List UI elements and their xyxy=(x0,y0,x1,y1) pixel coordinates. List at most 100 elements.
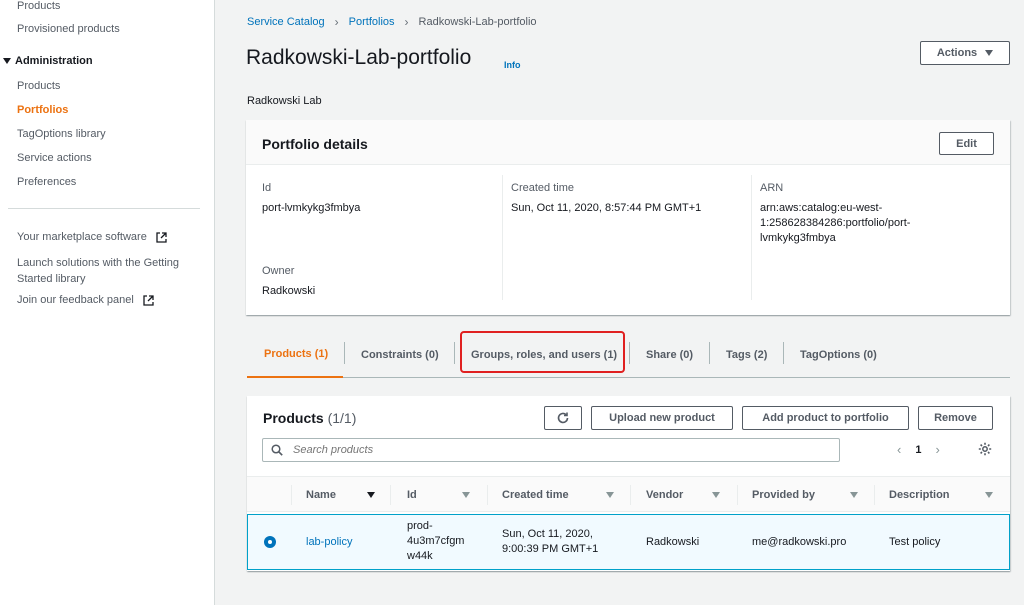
upload-new-product-button[interactable]: Upload new product xyxy=(591,406,733,430)
caret-down-icon xyxy=(985,50,994,56)
sort-icon[interactable] xyxy=(850,492,858,498)
product-provided-by: me@radkowski.pro xyxy=(752,536,847,548)
chevron-right-icon[interactable]: › xyxy=(935,442,939,457)
column-header-id[interactable]: Id xyxy=(407,477,417,513)
product-vendor: Radkowski xyxy=(646,536,700,548)
column-divider xyxy=(291,485,292,505)
table-header: Name Id Created time Vendor Provided by … xyxy=(247,476,1010,512)
created-time-label: Created time xyxy=(511,182,574,194)
arn-value: arn:aws:catalog:eu-west- 1:258628384286:… xyxy=(760,201,910,246)
table-row[interactable]: lab-policy prod- 4u3m7cfgm w44k Sun, Oct… xyxy=(247,514,1010,570)
sidebar-item-provisioned-products[interactable]: Provisioned products xyxy=(17,23,120,35)
created-time-line: 9:00:39 PM GMT+1 xyxy=(502,543,599,555)
products-panel: Products (1/1) Upload new product Add pr… xyxy=(247,396,1010,571)
sort-icon[interactable] xyxy=(462,492,470,498)
column-header-description[interactable]: Description xyxy=(889,477,950,513)
sidebar-item-preferences[interactable]: Preferences xyxy=(17,176,76,188)
owner-label: Owner xyxy=(262,265,295,277)
tab-products[interactable]: Products (1) xyxy=(247,332,343,378)
sort-icon[interactable] xyxy=(712,492,720,498)
tab-tagoptions[interactable]: TagOptions (0) xyxy=(800,332,877,377)
breadcrumb-portfolios[interactable]: Portfolios xyxy=(349,16,395,28)
column-header-name[interactable]: Name xyxy=(306,477,336,513)
portfolio-details-panel: Portfolio details Edit Id port-lvmkykg3f… xyxy=(246,120,1010,315)
edit-button[interactable]: Edit xyxy=(939,132,994,155)
breadcrumb: Service Catalog › Portfolios › Radkowski… xyxy=(247,15,537,29)
actions-button-label: Actions xyxy=(936,47,978,59)
product-id-line: prod- xyxy=(407,520,433,532)
actions-button[interactable]: Actions xyxy=(920,41,1010,65)
gear-icon[interactable] xyxy=(978,442,992,456)
row-radio-selected[interactable] xyxy=(264,536,276,548)
refresh-button[interactable] xyxy=(544,406,582,430)
sidebar-item-marketplace[interactable]: Your marketplace software xyxy=(17,231,167,243)
sidebar-item-getting-started[interactable]: Launch solutions with the Getting Starte… xyxy=(17,255,179,287)
arn-line: arn:aws:catalog:eu-west- xyxy=(760,202,883,214)
arn-line: 1:258628384286:portfolio/port- xyxy=(760,217,911,229)
sidebar-item-portfolios[interactable]: Portfolios xyxy=(17,104,68,116)
products-title-label: Products xyxy=(263,410,324,426)
column-header-created-time[interactable]: Created time xyxy=(502,477,569,513)
tab-separator xyxy=(783,342,784,364)
owner-value: Radkowski xyxy=(262,285,316,297)
sort-descending-icon[interactable] xyxy=(367,492,375,498)
sidebar-item-label: Launch solutions with the Getting xyxy=(17,257,180,269)
search-input[interactable] xyxy=(291,443,811,457)
column-divider xyxy=(874,485,875,505)
sidebar-item-products[interactable]: Products xyxy=(17,0,60,12)
tab-separator xyxy=(344,342,345,364)
product-id-line: w44k xyxy=(407,550,433,562)
page-number[interactable]: 1 xyxy=(915,444,921,456)
sort-icon[interactable] xyxy=(985,492,993,498)
search-field[interactable] xyxy=(262,438,840,462)
sidebar-item-label: Join our feedback panel xyxy=(17,294,134,306)
column-header-provided-by[interactable]: Provided by xyxy=(752,477,815,513)
product-name-link[interactable]: lab-policy xyxy=(306,535,352,550)
column-divider xyxy=(751,175,752,300)
arn-line: lvmkykg3fmbya xyxy=(760,232,836,244)
tab-separator xyxy=(629,342,630,364)
products-count: (1/1) xyxy=(327,410,357,426)
chevron-left-icon[interactable]: ‹ xyxy=(897,442,901,457)
breadcrumb-service-catalog[interactable]: Service Catalog xyxy=(247,16,325,28)
sidebar-divider xyxy=(8,208,200,209)
sidebar: Products Provisioned products Administra… xyxy=(0,0,215,605)
tab-share[interactable]: Share (0) xyxy=(646,332,693,377)
highlight-annotation xyxy=(460,331,625,373)
external-link-icon xyxy=(143,294,154,306)
column-divider xyxy=(487,485,488,505)
add-product-to-portfolio-button[interactable]: Add product to portfolio xyxy=(742,406,909,430)
product-id: prod- 4u3m7cfgm w44k xyxy=(407,519,464,564)
column-divider xyxy=(737,485,738,505)
pagination: ‹ 1 › xyxy=(897,442,940,457)
sidebar-section-administration[interactable]: Administration xyxy=(3,55,93,67)
external-link-icon xyxy=(156,231,167,243)
page-subtitle: Radkowski Lab xyxy=(247,95,322,107)
column-divider xyxy=(390,485,391,505)
info-link[interactable]: Info xyxy=(504,60,521,70)
sort-icon[interactable] xyxy=(606,492,614,498)
panel-title: Portfolio details xyxy=(262,136,368,152)
panel-header: Portfolio details xyxy=(246,120,1010,165)
tab-separator xyxy=(709,342,710,364)
tab-tags[interactable]: Tags (2) xyxy=(726,332,767,377)
chevron-right-icon: › xyxy=(334,15,339,29)
sidebar-item-service-actions[interactable]: Service actions xyxy=(17,152,92,164)
product-created-time: Sun, Oct 11, 2020, 9:00:39 PM GMT+1 xyxy=(502,527,598,557)
column-divider xyxy=(502,175,503,300)
tab-separator xyxy=(454,342,455,364)
portfolio-tabs: Products (1) Constraints (0) Groups, rol… xyxy=(247,332,1010,378)
created-time-value: Sun, Oct 11, 2020, 8:57:44 PM GMT+1 xyxy=(511,202,702,214)
column-header-vendor[interactable]: Vendor xyxy=(646,477,683,513)
product-id-line: 4u3m7cfgm xyxy=(407,535,465,547)
sidebar-item-tagoptions-library[interactable]: TagOptions library xyxy=(17,128,106,140)
sidebar-item-admin-products[interactable]: Products xyxy=(17,80,60,92)
refresh-icon xyxy=(557,412,569,424)
sidebar-item-feedback[interactable]: Join our feedback panel xyxy=(17,294,154,306)
remove-button[interactable]: Remove xyxy=(918,406,993,430)
product-description: Test policy xyxy=(889,536,941,548)
chevron-right-icon: › xyxy=(404,15,409,29)
arn-label: ARN xyxy=(760,182,784,194)
sidebar-section-label: Administration xyxy=(15,55,93,67)
tab-constraints[interactable]: Constraints (0) xyxy=(361,332,439,377)
